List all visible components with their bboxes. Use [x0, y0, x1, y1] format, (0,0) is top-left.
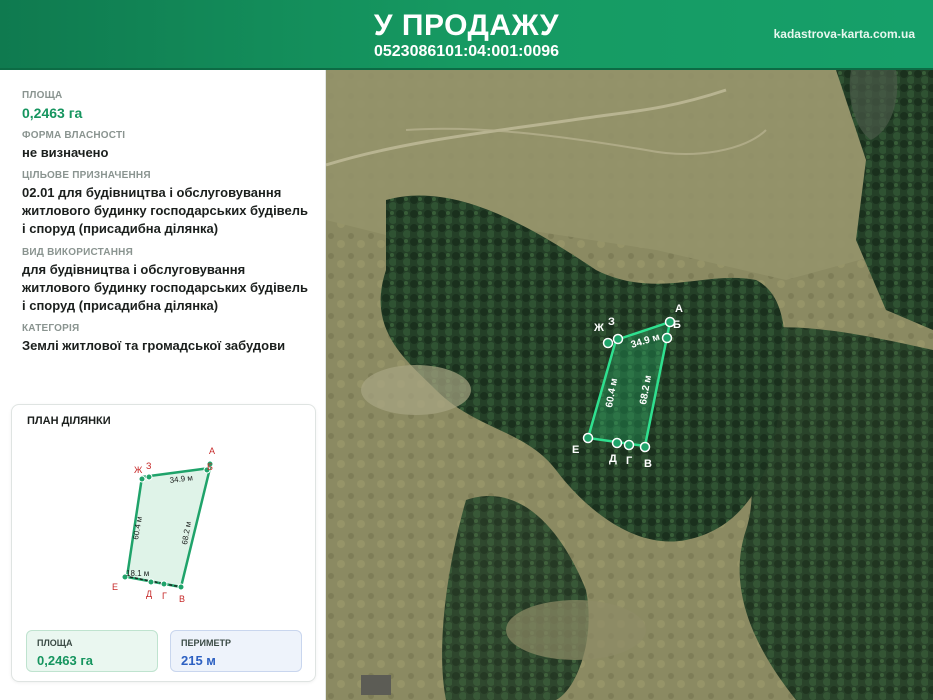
plan-area-value: 0,2463 га [37, 653, 94, 668]
area-label: ПЛОЩА [22, 90, 63, 101]
plan-edge-bottom: 18.1 м [126, 569, 149, 578]
purpose-field: ЦІЛЬОВЕ ПРИЗНАЧЕННЯ 02.01 для будівництв… [22, 170, 312, 238]
header-bar: У ПРОДАЖУ 0523086101:04:001:0096 kadastr… [0, 0, 933, 70]
map-label-e: Е [572, 444, 579, 456]
category-field: КАТЕГОРІЯ Землі житлової та громадської … [22, 323, 312, 355]
map-vertex-b [661, 332, 673, 344]
ownership-value: не визначено [22, 145, 109, 160]
plan-vertex-v [177, 583, 185, 591]
usage-value: для будівництва і обслуговування житлово… [22, 262, 308, 313]
map-label-b: Б [673, 319, 681, 331]
satellite-map[interactable]: А Б В Г Д Е Ж З 34.9 м 60.4 м 68.2 м [326, 70, 933, 700]
plan-label-z: З [146, 461, 151, 471]
category-label: КАТЕГОРІЯ [22, 323, 80, 334]
map-vertex-e [582, 432, 594, 444]
plan-perimeter-value: 215 м [181, 653, 216, 668]
map-vertex-g [623, 439, 635, 451]
category-value: Землі житлової та громадської забудови [22, 338, 286, 353]
map-label-zh: Ж [593, 322, 604, 334]
plan-label-b: Б [207, 462, 213, 472]
plan-label-a: А [209, 446, 215, 456]
map-label-g: Г [626, 455, 633, 467]
map-label-z: З [608, 316, 615, 328]
map-label-d: Д [609, 453, 617, 465]
site-link[interactable]: kadastrova-karta.com.ua [774, 27, 915, 41]
plan-label-v: В [179, 594, 185, 604]
plan-label-g: Г [162, 591, 167, 601]
plan-label-e: Е [112, 582, 118, 592]
map-forest-east [739, 327, 933, 700]
plan-perimeter-label: ПЕРИМЕТР [181, 638, 231, 648]
ownership-label: ФОРМА ВЛАСНОСТІ [22, 130, 126, 141]
plan-label-d: Д [146, 589, 152, 599]
map-canvas: А Б В Г Д Е Ж З 34.9 м 60.4 м 68.2 м [326, 70, 933, 700]
plan-label-zh: Ж [134, 465, 143, 475]
plan-vertex-z [145, 473, 153, 481]
map-vertex-d [611, 437, 623, 449]
plan-perimeter-stat: ПЕРИМЕТР 215 м [170, 630, 302, 672]
map-label-a: А [675, 303, 683, 315]
map-clearing-2 [506, 600, 646, 660]
plan-area-label: ПЛОЩА [37, 638, 73, 648]
map-vertex-zh [602, 337, 614, 349]
plan-vertex-zh [138, 475, 146, 483]
area-value: 0,2463 га [22, 105, 83, 121]
plan-vertex-d [147, 578, 155, 586]
purpose-label: ЦІЛЬОВЕ ПРИЗНАЧЕННЯ [22, 170, 151, 181]
plan-vertex-g [160, 580, 168, 588]
info-panel: ПЛОЩА 0,2463 га ФОРМА ВЛАСНОСТІ не визна… [0, 70, 326, 700]
ownership-field: ФОРМА ВЛАСНОСТІ не визначено [22, 130, 312, 162]
map-clearing-1 [361, 365, 471, 415]
map-building [361, 675, 391, 695]
map-label-v: В [644, 458, 652, 470]
plan-card: ПЛАН ДІЛЯНКИ А Б В Г Д Е Ж З 34.9 м 60.4… [11, 404, 316, 682]
purpose-value: 02.01 для будівництва і обслуговування ж… [22, 185, 308, 236]
usage-field: ВИД ВИКОРИСТАННЯ для будівництва і обслу… [22, 247, 312, 315]
area-field: ПЛОЩА 0,2463 га [22, 90, 312, 122]
map-vertex-v [639, 441, 651, 453]
map-vertex-z [612, 333, 624, 345]
usage-label: ВИД ВИКОРИСТАННЯ [22, 247, 133, 258]
plan-area-stat: ПЛОЩА 0,2463 га [26, 630, 158, 672]
cadastral-number: 0523086101:04:001:0096 [373, 43, 560, 60]
